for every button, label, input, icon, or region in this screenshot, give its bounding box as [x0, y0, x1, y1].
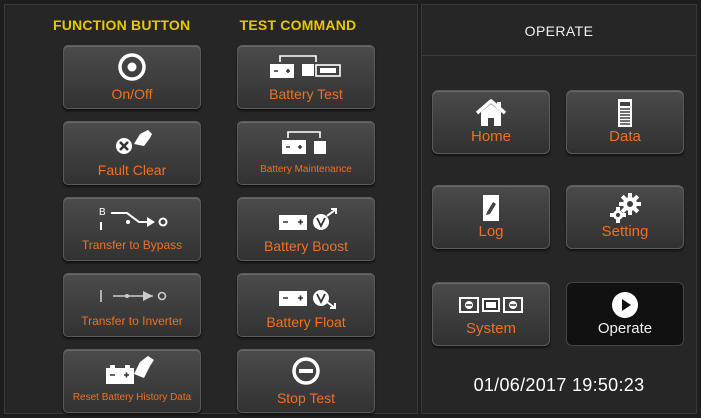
- battery-boost-label: Battery Boost: [263, 238, 349, 254]
- operate-button[interactable]: Operate: [566, 282, 684, 346]
- fault-clear-label: Fault Clear: [97, 162, 167, 178]
- battery-boost-button[interactable]: Battery Boost: [237, 197, 375, 261]
- setting-button[interactable]: Setting: [566, 185, 684, 249]
- system-label: System: [465, 320, 516, 337]
- battery-test-button[interactable]: Battery Test: [237, 45, 375, 109]
- transfer-to-inverter-button[interactable]: Transfer to Inverter: [63, 273, 201, 337]
- stop-icon: [238, 356, 374, 386]
- system-icon: [433, 291, 549, 319]
- header-divider: [422, 55, 696, 56]
- reset-battery-history-label: Reset Battery History Data: [72, 392, 192, 403]
- operate-panel: OPERATE Home Data Log Setting System Ope…: [421, 4, 697, 414]
- battery-float-icon: [238, 280, 374, 310]
- battery-maintenance-icon: [238, 128, 374, 158]
- stop-test-button[interactable]: Stop Test: [237, 349, 375, 413]
- battery-broom-icon: [64, 356, 200, 386]
- operate-label: Operate: [597, 320, 653, 337]
- stop-test-label: Stop Test: [276, 390, 336, 406]
- power-ring-icon: [64, 52, 200, 82]
- log-icon: [433, 194, 549, 222]
- datetime-readout: 01/06/2017 19:50:23: [473, 375, 645, 395]
- control-panel: FUNCTION BUTTON TEST COMMAND On/Off Faul…: [4, 4, 418, 414]
- gears-icon: [567, 193, 683, 223]
- on-off-label: On/Off: [111, 86, 153, 102]
- setting-label: Setting: [601, 223, 649, 240]
- home-button[interactable]: Home: [432, 90, 550, 154]
- log-button[interactable]: Log: [432, 185, 550, 249]
- transfer-to-bypass-button[interactable]: B Transfer to Bypass: [63, 197, 201, 261]
- data-icon: [567, 99, 683, 127]
- battery-float-label: Battery Float: [266, 314, 346, 330]
- home-icon: [433, 99, 549, 127]
- function-button-header: FUNCTION BUTTON: [53, 17, 191, 33]
- operate-header: OPERATE: [524, 23, 594, 39]
- play-icon: [567, 291, 683, 319]
- battery-test-icon: [238, 52, 374, 82]
- transfer-to-bypass-label: Transfer to Bypass: [81, 238, 183, 252]
- system-button[interactable]: System: [432, 282, 550, 346]
- bypass-switch-icon: B: [64, 204, 200, 234]
- transfer-to-inverter-label: Transfer to Inverter: [81, 314, 183, 328]
- home-label: Home: [470, 128, 511, 145]
- inverter-switch-icon: [64, 280, 200, 310]
- data-button[interactable]: Data: [566, 90, 684, 154]
- battery-maintenance-button[interactable]: Battery Maintenance: [237, 121, 375, 185]
- data-label: Data: [609, 128, 641, 145]
- battery-float-button[interactable]: Battery Float: [237, 273, 375, 337]
- battery-test-label: Battery Test: [269, 86, 343, 102]
- log-label: Log: [478, 223, 504, 240]
- on-off-button[interactable]: On/Off: [63, 45, 201, 109]
- test-command-header: TEST COMMAND: [239, 17, 357, 33]
- svg-text:B: B: [99, 207, 106, 218]
- fault-clear-button[interactable]: Fault Clear: [63, 121, 201, 185]
- reset-battery-history-button[interactable]: Reset Battery History Data: [63, 349, 201, 413]
- fault-clear-icon: [64, 128, 200, 158]
- battery-boost-icon: [238, 204, 374, 234]
- battery-maintenance-label: Battery Maintenance: [260, 164, 352, 175]
